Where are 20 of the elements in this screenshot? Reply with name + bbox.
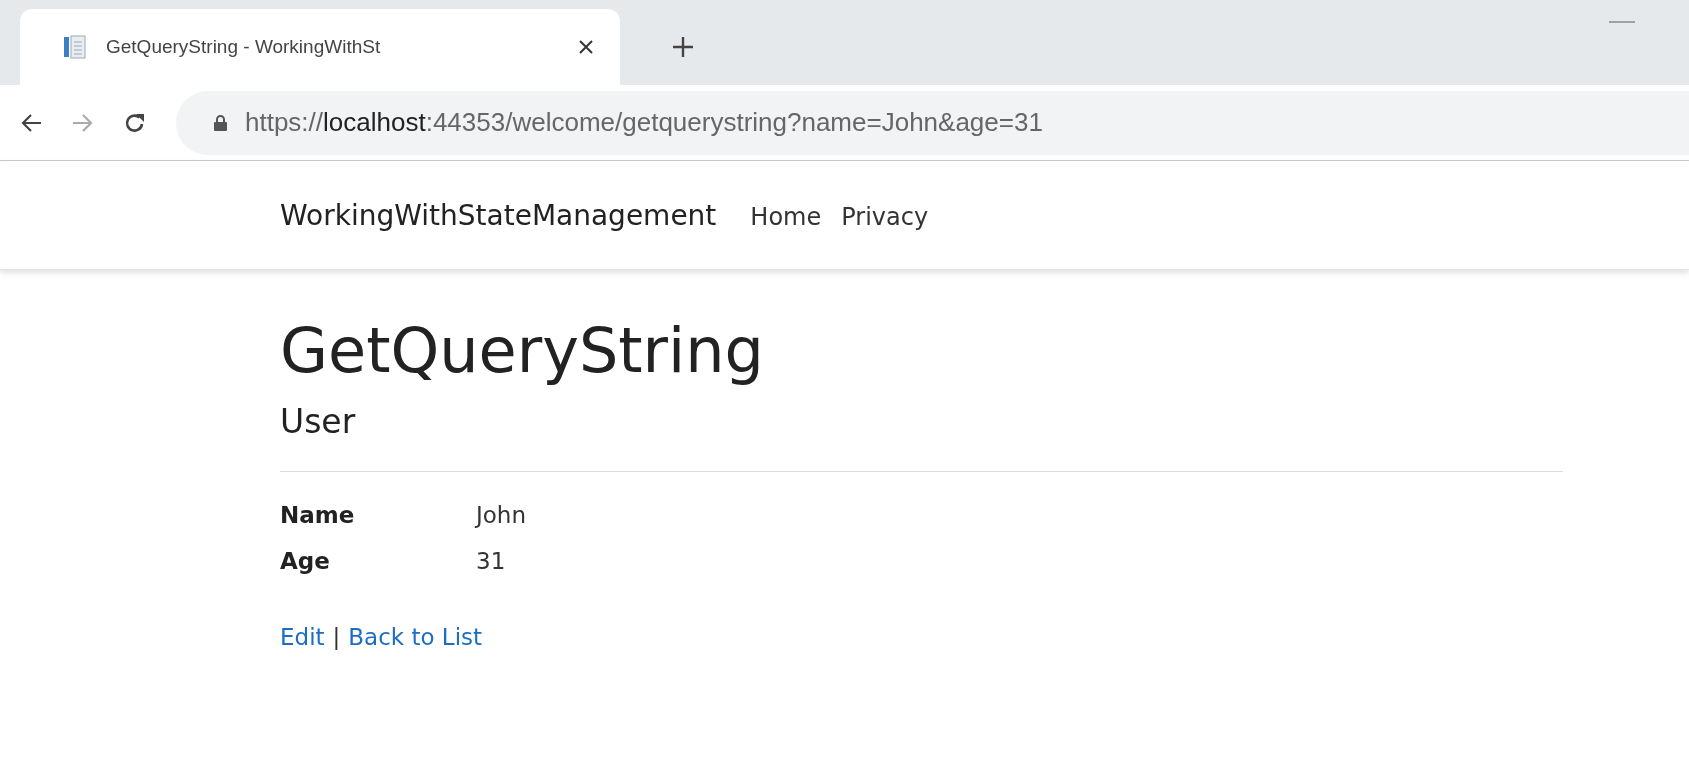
section-heading: User [280,402,357,442]
field-value: John [476,502,526,529]
close-icon[interactable] [578,39,594,55]
back-arrow-icon[interactable] [20,112,42,133]
field-value: 31 [476,548,507,575]
lock-icon [214,114,227,131]
field-label: Age [280,548,331,575]
field-label: Name [280,502,356,529]
browser-tab[interactable]: GetQueryString - WorkingWithSt [20,9,620,85]
brand-link[interactable]: WorkingWithStateManagement [280,198,717,232]
new-tab-icon[interactable] [672,36,694,58]
action-link[interactable]: Back to List [348,624,483,651]
page-title: GetQueryString [280,314,765,389]
address-field[interactable]: https://localhost:44353/welcome/getquerystring?name=John&age=31 [176,90,1689,155]
action-link[interactable]: Edit [280,624,325,651]
reload-icon[interactable] [124,111,146,134]
nav-link[interactable]: Privacy [841,202,929,231]
nav-link[interactable]: Home [750,202,822,231]
document-icon [64,35,86,59]
separator: | [332,624,341,651]
